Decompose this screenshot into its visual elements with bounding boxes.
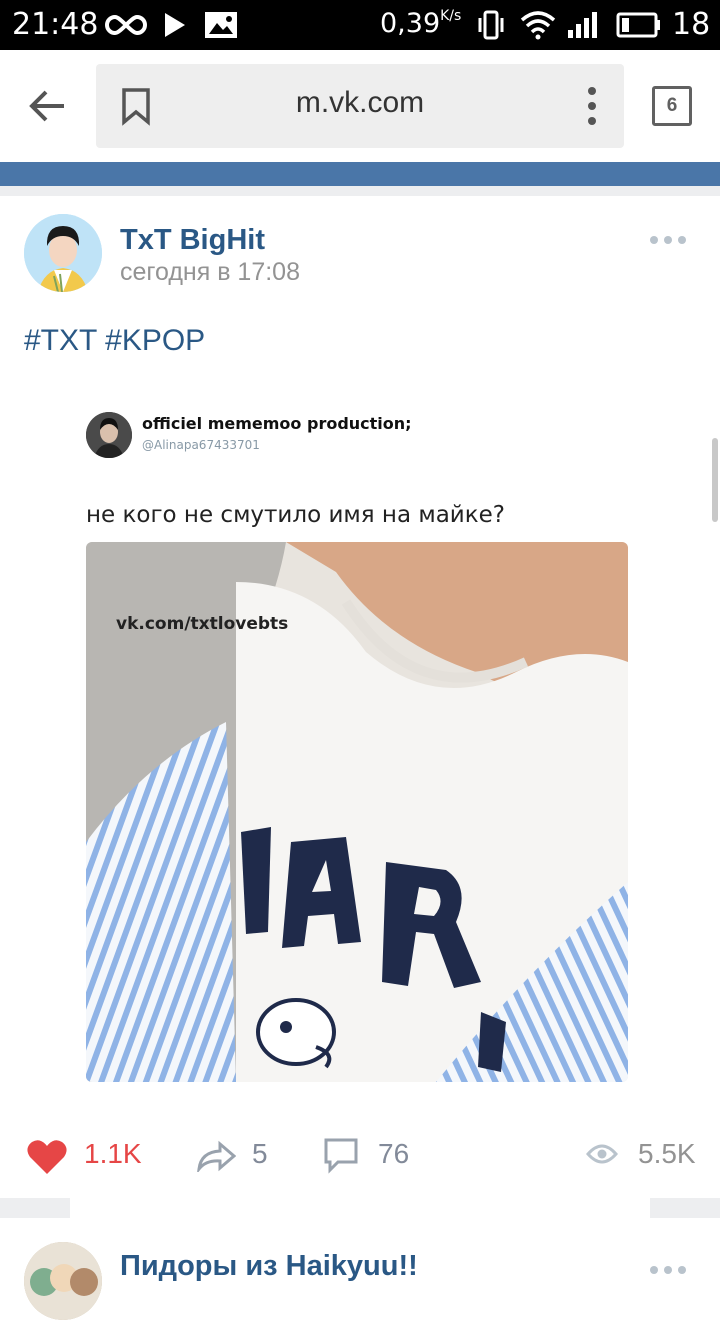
share-button[interactable]: 5 <box>196 1126 276 1186</box>
like-button[interactable]: 1.1K <box>26 1126 156 1186</box>
image-icon <box>205 12 237 38</box>
tweet-text: не кого не смутило имя на майке? <box>86 502 505 528</box>
vk-header-bar <box>0 162 720 186</box>
like-count: 1.1K <box>84 1138 142 1169</box>
overflow-menu-icon[interactable] <box>580 84 604 128</box>
tweet-author-name: officiel mememoo production; <box>142 414 412 433</box>
wall-post: TxT BigHit сегодня в 17:08 #TXT #KPOP of… <box>0 196 720 1290</box>
browser-toolbar: m.vk.com 6 <box>0 50 720 162</box>
views: 5.5K <box>586 1126 706 1186</box>
post-time[interactable]: сегодня в 17:08 <box>120 258 300 287</box>
tweet-avatar <box>86 412 132 458</box>
network-speed: 0,39K/s <box>380 8 462 39</box>
comment-icon <box>324 1138 358 1174</box>
play-icon <box>165 13 185 37</box>
battery-level: 18 <box>672 7 711 42</box>
wifi-icon <box>520 11 556 40</box>
back-arrow-icon[interactable] <box>24 82 72 130</box>
infinity-icon <box>105 14 147 36</box>
signal-icon <box>568 12 597 38</box>
comment-count: 76 <box>378 1138 410 1169</box>
next-post-author[interactable]: Пидоры из Haikyuu!! <box>120 1250 418 1283</box>
battery-icon <box>616 12 660 38</box>
address-bar[interactable]: m.vk.com <box>96 64 624 148</box>
post-author[interactable]: TxT BigHit <box>120 224 265 257</box>
scrollbar[interactable] <box>712 438 718 522</box>
next-wall-post: Пидоры из Haikyuu!! <box>0 1218 720 1320</box>
share-arrow-icon <box>197 1140 236 1172</box>
next-post-more-icon[interactable] <box>646 1262 690 1278</box>
clock: 21:48 <box>12 7 99 42</box>
comment-button[interactable]: 76 <box>322 1126 422 1186</box>
author-avatar[interactable] <box>24 214 102 292</box>
view-count: 5.5K <box>638 1138 696 1169</box>
next-post-avatar[interactable] <box>24 1242 102 1320</box>
watermark-text: vk.com/txtlovebts <box>116 614 289 634</box>
vibrate-icon <box>478 10 504 40</box>
eye-icon <box>586 1144 618 1164</box>
status-bar: 21:48 0,39K/s 18 <box>0 0 720 50</box>
tweet-author-handle: @Alinapa67433701 <box>142 438 260 452</box>
heart-icon <box>27 1140 67 1174</box>
tab-switcher-button[interactable]: 6 <box>652 86 692 126</box>
post-hashtags[interactable]: #TXT #KPOP <box>24 324 205 358</box>
shirt-photo: vk.com/txtlovebts <box>86 542 628 1082</box>
url-text[interactable]: m.vk.com <box>96 86 624 120</box>
post-actions: 1.1K 5 76 5.5K <box>0 1126 720 1186</box>
more-options-icon[interactable] <box>646 232 690 248</box>
share-count: 5 <box>252 1138 268 1169</box>
